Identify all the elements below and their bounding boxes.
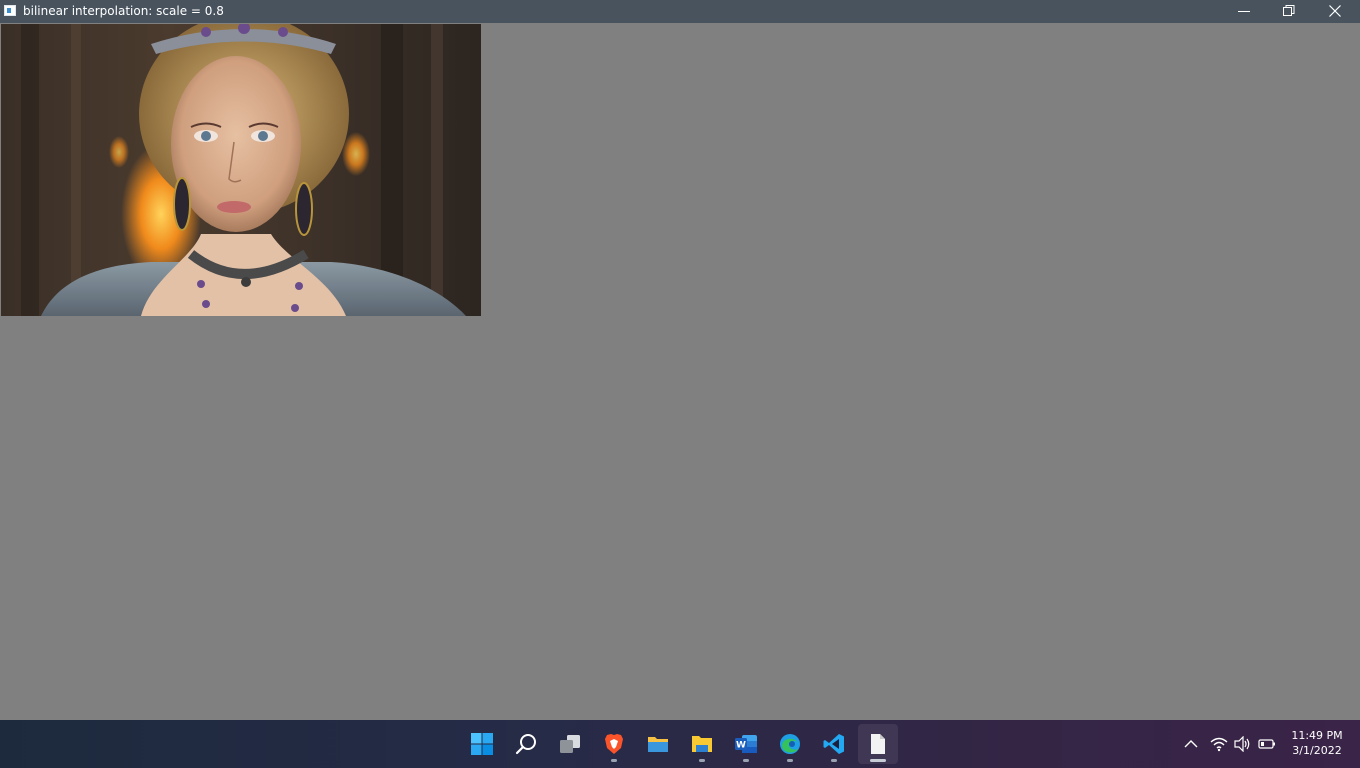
chevron-up-icon[interactable] <box>1184 736 1198 752</box>
taskbar-clock[interactable]: 11:49 PM 3/1/2022 <box>1286 728 1348 758</box>
restore-icon <box>1283 5 1295 16</box>
document-icon <box>871 734 885 754</box>
taskbar-app-word[interactable]: W <box>726 724 766 764</box>
screen: bilinear interpolation: scale = 0.8 W 11… <box>0 0 1360 768</box>
task-view-icon <box>560 735 580 753</box>
taskbar-app-vscode[interactable] <box>814 724 854 764</box>
word-icon: W <box>735 735 757 753</box>
taskbar-app-file-explorer-2[interactable] <box>682 724 722 764</box>
displayed-image <box>1 24 481 316</box>
windows-logo-icon <box>471 733 493 755</box>
minimize-button[interactable] <box>1221 0 1267 23</box>
clock-date: 3/1/2022 <box>1292 744 1342 757</box>
running-indicator <box>787 759 793 762</box>
wifi-icon[interactable] <box>1210 736 1228 752</box>
close-icon <box>1329 5 1341 17</box>
active-indicator <box>870 759 886 762</box>
taskbar-app-edge[interactable] <box>770 724 810 764</box>
volume-icon[interactable] <box>1234 736 1252 752</box>
close-button[interactable] <box>1312 0 1358 23</box>
task-view-button[interactable] <box>550 724 590 764</box>
running-indicator <box>831 759 837 762</box>
window-title: bilinear interpolation: scale = 0.8 <box>23 4 224 18</box>
restore-button[interactable] <box>1266 0 1312 23</box>
folder-icon <box>648 737 668 752</box>
search-button[interactable] <box>506 724 546 764</box>
running-indicator <box>743 759 749 762</box>
taskbar-app-file-explorer[interactable] <box>638 724 678 764</box>
clock-time: 11:49 PM <box>1291 729 1343 742</box>
vscode-icon <box>823 734 844 754</box>
running-indicator <box>699 759 705 762</box>
minimize-icon <box>1238 11 1250 12</box>
start-button[interactable] <box>462 724 502 764</box>
brave-browser-icon <box>605 734 623 754</box>
taskbar-app-image-window[interactable] <box>858 724 898 764</box>
search-icon <box>515 734 536 755</box>
running-indicator <box>611 759 617 762</box>
edge-icon <box>780 734 800 754</box>
app-window-icon <box>4 5 16 16</box>
window-title-bar[interactable]: bilinear interpolation: scale = 0.8 <box>0 0 1360 23</box>
portrait-photo <box>1 24 481 316</box>
folder-open-icon <box>692 736 712 752</box>
svg-text:W: W <box>736 741 746 751</box>
taskbar-app-brave[interactable] <box>594 724 634 764</box>
taskbar: W <box>0 720 1360 768</box>
battery-icon[interactable] <box>1258 736 1276 752</box>
